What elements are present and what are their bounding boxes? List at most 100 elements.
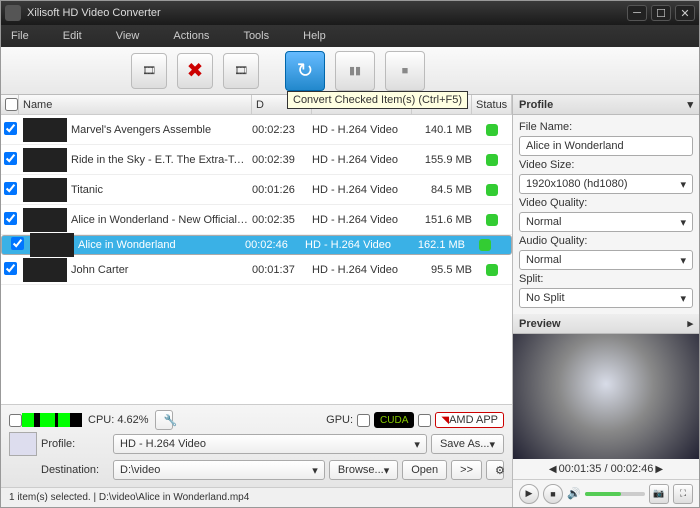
filename-field[interactable]: Alice in Wonderland (519, 136, 693, 156)
gpu-label: GPU: (326, 414, 353, 426)
thumbnail (23, 178, 67, 202)
col-check[interactable] (1, 95, 19, 114)
audioquality-label: Audio Quality: (519, 235, 693, 247)
row-check[interactable] (4, 122, 17, 135)
close-button[interactable]: ✕ (675, 5, 695, 21)
save-as-button[interactable]: Save As... ▾ (431, 434, 504, 454)
preview-section-header[interactable]: Preview▸ (513, 314, 699, 334)
maximize-button[interactable]: ☐ (651, 5, 671, 21)
row-status (472, 214, 512, 226)
row-format: HD - H.264 Video (305, 239, 405, 251)
cpu-check[interactable] (9, 414, 22, 427)
split-select[interactable]: No Split▾ (519, 288, 693, 308)
amd-badge: ◥ AMD APP (435, 412, 504, 428)
row-size: 155.9 MB (412, 154, 472, 166)
open-button[interactable]: Open (402, 460, 447, 480)
fullscreen-button[interactable]: ⛶ (673, 484, 693, 504)
clear-button[interactable]: 🎞 (223, 53, 259, 89)
convert-tooltip: Convert Checked Item(s) (Ctrl+F5) (287, 91, 468, 109)
stop-preview-button[interactable]: ■ (543, 484, 563, 504)
row-format: HD - H.264 Video (312, 264, 412, 276)
videoquality-select[interactable]: Normal▾ (519, 212, 693, 232)
col-name[interactable]: Name (19, 95, 252, 114)
destination-label: Destination: (41, 464, 109, 476)
table-row[interactable]: Alice in Wonderland - New Official Full … (1, 205, 512, 235)
status-icon (486, 154, 498, 166)
col-status[interactable]: Status (472, 95, 512, 114)
row-format: HD - H.264 Video (312, 124, 412, 136)
status-icon (479, 239, 491, 251)
play-button[interactable]: ▶ (519, 484, 539, 504)
thumbnail (23, 258, 67, 282)
row-size: 140.1 MB (412, 124, 472, 136)
row-check[interactable] (4, 182, 17, 195)
pause-button[interactable]: ▮▮ (335, 51, 375, 91)
cpu-label: CPU: 4.62% (88, 414, 149, 426)
table-row[interactable]: Ride in the Sky - E.T. The Extra-Terrest… (1, 145, 512, 175)
menu-edit[interactable]: Edit (63, 30, 82, 42)
toolbar: 🎞 ✖ 🎞 ↻ ▮▮ ■ Convert Checked Item(s) (Ct… (1, 47, 699, 95)
bottom-panel: CPU: 4.62% 🔧 GPU: CUDA ◥ AMD APP Profile… (1, 404, 512, 487)
profile-row: Profile: HD - H.264 Video▾ Save As... ▾ (9, 431, 504, 457)
browse-button[interactable]: Browse... ▾ (329, 460, 398, 480)
row-format: HD - H.264 Video (312, 154, 412, 166)
options-button[interactable]: ⚙ (486, 460, 504, 480)
window-title: Xilisoft HD Video Converter (27, 7, 623, 19)
minimize-button[interactable]: ─ (627, 5, 647, 21)
preview-image (513, 334, 699, 459)
split-label: Split: (519, 273, 693, 285)
delete-button[interactable]: ✖ (177, 53, 213, 89)
menu-help[interactable]: Help (303, 30, 326, 42)
file-list-panel: Name D t Size Status Marvel's Avengers A… (1, 95, 513, 507)
status-icon (486, 124, 498, 136)
row-format: HD - H.264 Video (312, 184, 412, 196)
profile-section-header[interactable]: Profile▾ (513, 95, 699, 115)
status-icon (486, 184, 498, 196)
statusbar: 1 item(s) selected. | D:\video\Alice in … (1, 487, 512, 507)
profile-select[interactable]: HD - H.264 Video▾ (113, 434, 427, 454)
menu-tools[interactable]: Tools (243, 30, 269, 42)
row-check[interactable] (4, 262, 17, 275)
profile-properties: File Name: Alice in Wonderland Video Siz… (513, 115, 699, 314)
cpu-graph (22, 413, 82, 427)
row-check[interactable] (4, 152, 17, 165)
status-icon (486, 214, 498, 226)
videosize-select[interactable]: 1920x1080 (hd1080)▾ (519, 174, 693, 194)
table-row[interactable]: Titanic 00:01:26 HD - H.264 Video 84.5 M… (1, 175, 512, 205)
convert-button[interactable]: ↻ (285, 51, 325, 91)
cuda-badge: CUDA (374, 412, 414, 428)
row-size: 162.1 MB (405, 239, 465, 251)
menu-view[interactable]: View (116, 30, 140, 42)
amd-check[interactable] (418, 414, 431, 427)
menu-file[interactable]: File (11, 30, 29, 42)
row-check[interactable] (4, 212, 17, 225)
titlebar: Xilisoft HD Video Converter ─ ☐ ✕ (1, 1, 699, 25)
table-row[interactable]: Marvel's Avengers Assemble 00:02:23 HD -… (1, 115, 512, 145)
table-row[interactable]: John Carter 00:01:37 HD - H.264 Video 95… (1, 255, 512, 285)
volume-icon[interactable]: 🔊 (567, 487, 581, 500)
more-button[interactable]: >> (451, 460, 482, 480)
row-check[interactable] (11, 237, 24, 250)
filename-label: File Name: (519, 121, 693, 133)
row-size: 151.6 MB (412, 214, 472, 226)
row-status (472, 124, 512, 136)
audioquality-select[interactable]: Normal▾ (519, 250, 693, 270)
row-size: 84.5 MB (412, 184, 472, 196)
stop-button[interactable]: ■ (385, 51, 425, 91)
row-format: HD - H.264 Video (312, 214, 412, 226)
destination-row: Destination: D:\video▾ Browse... ▾ Open … (9, 457, 504, 483)
cpu-settings-button[interactable]: 🔧 (155, 410, 173, 430)
table-row[interactable]: Alice in Wonderland 00:02:46 HD - H.264 … (1, 235, 512, 255)
thumbnail (30, 233, 74, 257)
row-status (472, 264, 512, 276)
volume-slider[interactable] (585, 492, 645, 496)
row-name: Alice in Wonderland - New Official Full … (71, 214, 252, 226)
menu-actions[interactable]: Actions (173, 30, 209, 42)
preview-pane (513, 334, 699, 459)
row-name: Marvel's Avengers Assemble (71, 124, 252, 136)
snapshot-button[interactable]: 📷 (649, 484, 669, 504)
videoquality-label: Video Quality: (519, 197, 693, 209)
add-file-button[interactable]: 🎞 (131, 53, 167, 89)
cuda-check[interactable] (357, 414, 370, 427)
destination-select[interactable]: D:\video▾ (113, 460, 325, 480)
